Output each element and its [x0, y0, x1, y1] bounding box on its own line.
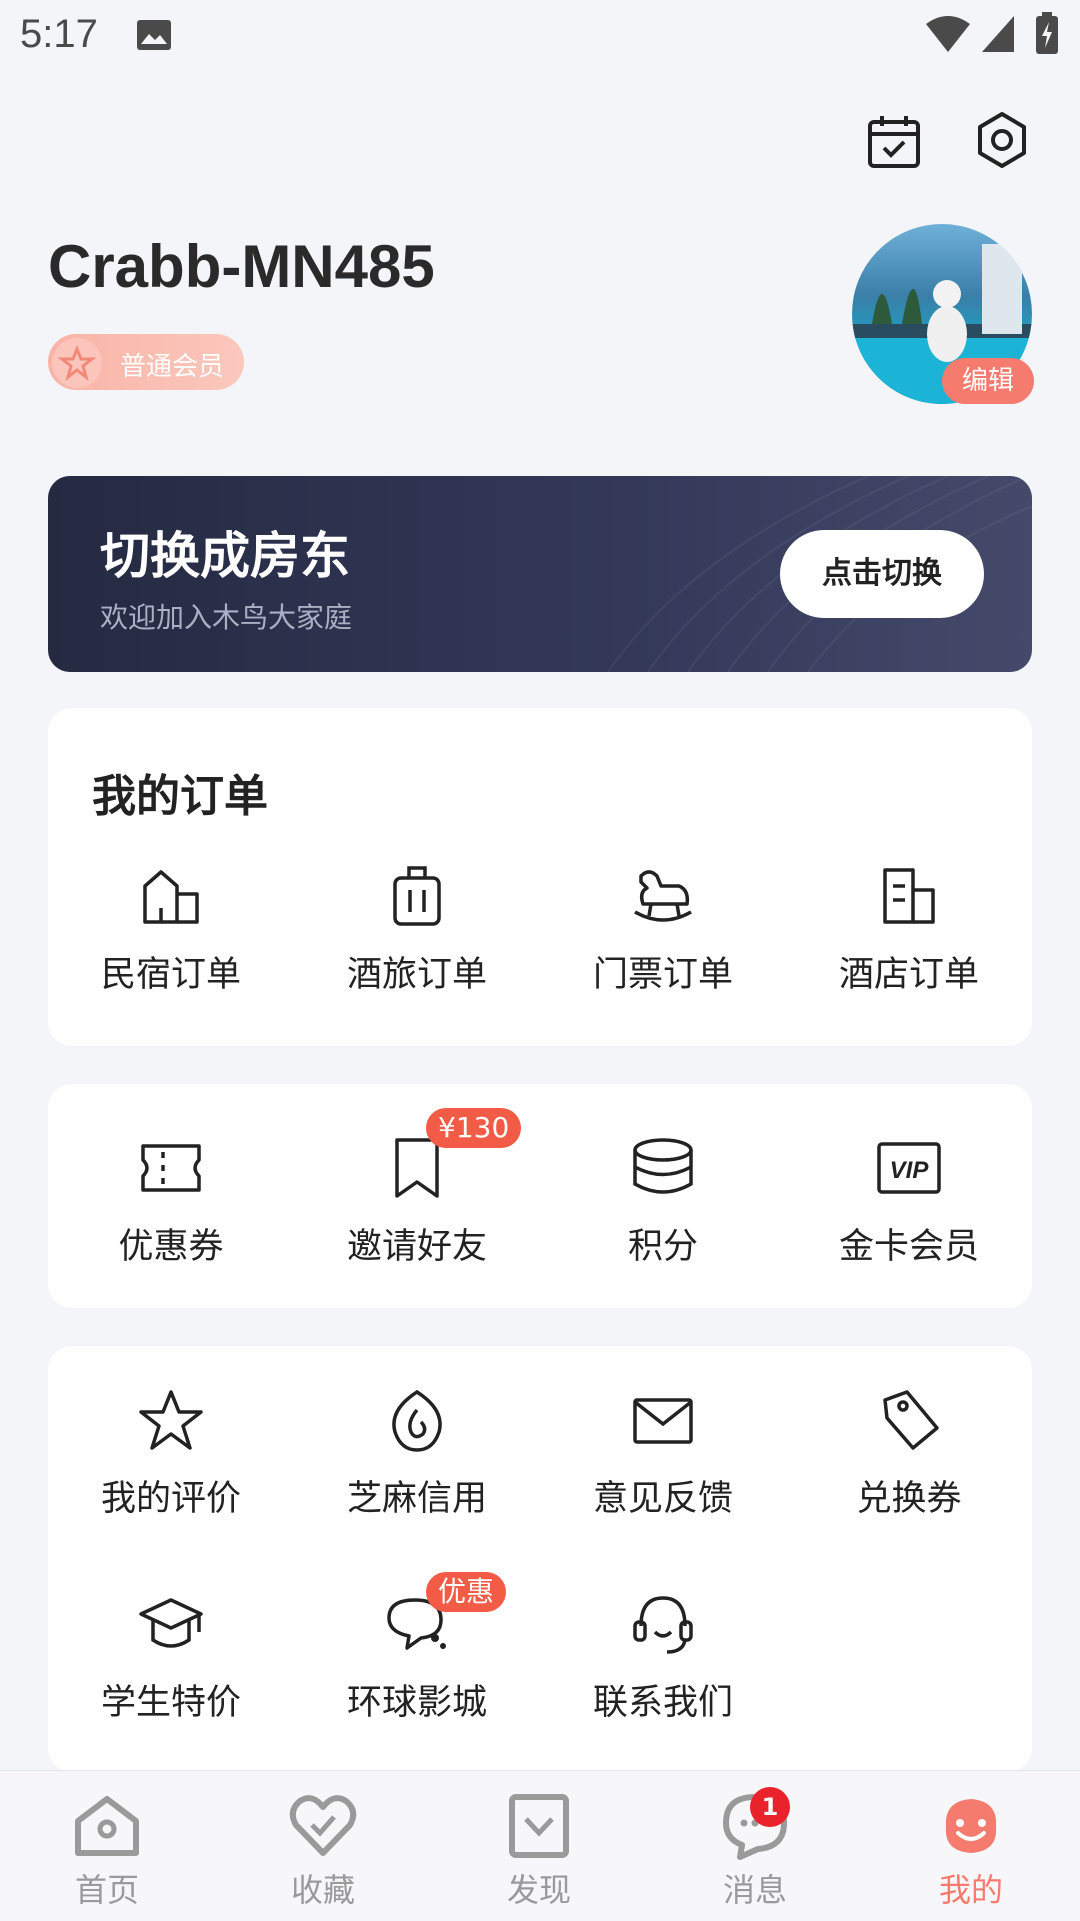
username: Crabb-MN485 — [48, 233, 435, 300]
nav-label: 我的 — [938, 1871, 1003, 1909]
sesame-credit-icon — [392, 1389, 442, 1452]
order-label: 民宿订单 — [100, 955, 241, 995]
benefit-label: 邀请好友 — [346, 1227, 487, 1267]
homestay-icon — [143, 870, 199, 924]
edit-avatar-button[interactable]: 编辑 — [942, 358, 1034, 404]
battery-icon — [1036, 12, 1058, 54]
nav-label: 首页 — [74, 1871, 139, 1909]
order-label: 酒店订单 — [838, 955, 979, 995]
luggage-icon — [393, 866, 441, 926]
points-item[interactable]: 积分 — [540, 1136, 786, 1296]
host-banner-subtitle: 欢迎加入木鸟大家庭 — [100, 601, 353, 634]
tag-icon — [883, 1390, 939, 1450]
invite-reward-badge: ¥130 — [426, 1108, 522, 1148]
contact-us-item[interactable]: 联系我们 — [540, 1592, 786, 1752]
rocking-horse-icon — [634, 870, 692, 922]
nav-label: 消息 — [722, 1871, 787, 1909]
discover-icon — [509, 1794, 569, 1858]
services-card: 我的评价 芝麻信用 意见反馈 兑换券 学生特价 环球影城 优惠 联系我们 — [48, 1346, 1032, 1772]
nav-discover[interactable]: 发现 — [464, 1791, 614, 1911]
host-banner-title: 切换成房东 — [100, 527, 350, 585]
student-discount-item[interactable]: 学生特价 — [48, 1592, 294, 1752]
my-reviews-item[interactable]: 我的评价 — [48, 1388, 294, 1548]
nav-label: 收藏 — [290, 1871, 355, 1909]
switch-to-host-banner[interactable]: 切换成房东 欢迎加入木鸟大家庭 点击切换 — [48, 476, 1032, 672]
benefit-label: 积分 — [627, 1227, 698, 1267]
universal-studios-item[interactable]: 环球影城 — [294, 1592, 540, 1752]
nav-label: 发现 — [506, 1871, 571, 1909]
order-label: 酒旅订单 — [346, 955, 487, 995]
invite-friends-item[interactable]: 邀请好友 — [294, 1136, 540, 1296]
promo-badge: 优惠 — [426, 1572, 507, 1612]
gold-member-item[interactable]: VIP 金卡会员 — [786, 1136, 1032, 1296]
member-star-icon — [52, 338, 102, 388]
benefit-label: 优惠券 — [118, 1227, 224, 1267]
star-icon — [139, 1390, 203, 1450]
service-label: 联系我们 — [592, 1683, 733, 1723]
benefit-label: 金卡会员 — [838, 1227, 979, 1267]
member-level-label: 普通会员 — [120, 352, 225, 382]
wifi-icon — [926, 16, 970, 52]
bottom-nav: 首页 收藏 发现 消息 1 我的 — [0, 1770, 1080, 1921]
nav-home[interactable]: 首页 — [32, 1791, 182, 1911]
order-ticket[interactable]: 门票订单 — [540, 864, 786, 1034]
hotel-icon — [883, 868, 935, 924]
switch-to-host-button[interactable]: 点击切换 — [780, 530, 984, 618]
headset-icon — [633, 1596, 693, 1654]
nav-mine[interactable]: 我的 — [896, 1791, 1046, 1911]
points-icon — [633, 1138, 693, 1194]
member-level-badge[interactable]: 普通会员 — [48, 334, 244, 390]
profile-face-icon — [945, 1799, 997, 1853]
service-label: 我的评价 — [100, 1479, 241, 1519]
order-label: 门票订单 — [592, 955, 733, 995]
gallery-icon — [137, 20, 171, 50]
order-hotel-travel[interactable]: 酒旅订单 — [294, 864, 540, 1034]
nav-favorites[interactable]: 收藏 — [248, 1791, 398, 1911]
service-label: 环球影城 — [346, 1683, 487, 1723]
service-label: 意见反馈 — [592, 1479, 733, 1519]
signal-icon — [982, 16, 1014, 52]
status-bar: 5:17 — [0, 0, 1080, 72]
my-orders-card: 我的订单 民宿订单 酒旅订单 门票订单 酒店订单 — [48, 708, 1032, 1046]
feedback-item[interactable]: 意见反馈 — [540, 1388, 786, 1548]
vip-icon: VIP — [877, 1142, 941, 1194]
sesame-credit-item[interactable]: 芝麻信用 — [294, 1388, 540, 1548]
coupons-item[interactable]: 优惠券 — [48, 1136, 294, 1296]
calendar-check-icon[interactable] — [864, 112, 924, 172]
order-hotel[interactable]: 酒店订单 — [786, 864, 1032, 1034]
graduation-cap-icon — [139, 1598, 203, 1648]
service-label: 学生特价 — [100, 1683, 241, 1723]
my-orders-title: 我的订单 — [92, 771, 268, 822]
settings-gear-icon[interactable] — [972, 110, 1032, 170]
mail-icon — [633, 1398, 693, 1444]
redeem-voucher-item[interactable]: 兑换券 — [786, 1388, 1032, 1548]
vip-icon-text: VIP — [890, 1157, 930, 1184]
service-label: 芝麻信用 — [346, 1479, 487, 1519]
unread-messages-badge: 1 — [750, 1787, 790, 1827]
home-icon — [75, 1796, 139, 1856]
status-time: 5:17 — [20, 12, 98, 56]
service-label: 兑换券 — [856, 1479, 962, 1519]
order-homestay[interactable]: 民宿订单 — [48, 864, 294, 1034]
coupon-icon — [141, 1144, 201, 1192]
benefits-card: 优惠券 邀请好友 ¥130 积分 VIP 金卡会员 — [48, 1084, 1032, 1308]
heart-icon — [289, 1795, 357, 1856]
